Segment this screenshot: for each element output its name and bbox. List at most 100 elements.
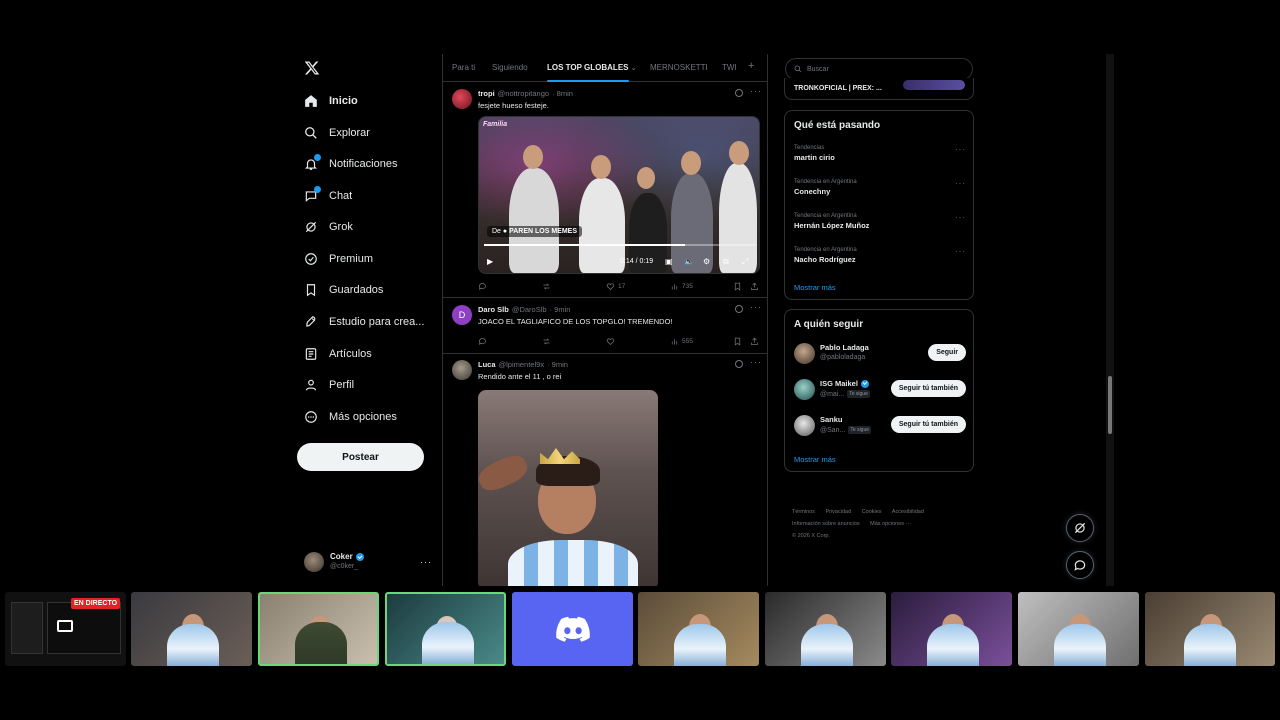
nav-item-chat[interactable]: Chat (304, 186, 352, 206)
account-handle: @c0ker_ (330, 563, 359, 570)
more-icon[interactable]: ··· (750, 357, 762, 367)
avatar[interactable] (794, 343, 815, 364)
avatar[interactable] (452, 360, 472, 380)
nav-item-inicio[interactable]: Inicio (304, 91, 358, 111)
participant-cam[interactable] (891, 592, 1012, 666)
tweet-author-name[interactable]: Luca (478, 360, 496, 369)
nav-item-mas-opciones[interactable]: Más opciones (304, 407, 397, 427)
bookmark-icon[interactable] (733, 337, 742, 346)
nav-item-articulos[interactable]: Artículos (304, 344, 372, 364)
more-icon[interactable]: ··· (955, 145, 966, 154)
participant-cam[interactable] (638, 592, 759, 666)
avatar[interactable] (452, 89, 472, 109)
tweet[interactable]: Luca @lpimentel9x · 9min ··· Rendido ant… (443, 354, 767, 586)
participant-cam-active[interactable] (385, 592, 506, 666)
trend-item[interactable]: Tendencia en Argentina Conechny ··· (794, 179, 966, 205)
avatar[interactable] (794, 379, 815, 400)
nav-item-premium[interactable]: Premium (304, 249, 373, 269)
footer-link[interactable]: Información sobre anuncios (792, 521, 860, 527)
reply-icon[interactable] (478, 282, 487, 291)
tweet-author-name[interactable]: Daro Slb (478, 305, 509, 314)
footer-link[interactable]: Cookies (862, 509, 882, 515)
tab-twi[interactable]: TWI (722, 63, 737, 72)
tab-los-top-globales[interactable]: LOS TOP GLOBALES ⌄ (547, 63, 637, 82)
nav-item-explorar[interactable]: Explorar (304, 123, 370, 143)
participant-cam[interactable] (131, 592, 252, 666)
discord-cam[interactable] (512, 592, 633, 666)
tweet-author-name[interactable]: tropi (478, 89, 495, 98)
bookmark-icon[interactable] (733, 282, 742, 291)
pip-icon[interactable]: ⧉ (723, 257, 733, 267)
participant-cam[interactable] (1145, 592, 1275, 666)
follow-suggestion[interactable]: Sanku @San... Te sigue Seguir tú también (794, 414, 966, 440)
follow-suggestion[interactable]: Pablo Ladaga @pabloladaga Seguir (794, 342, 966, 368)
more-icon[interactable]: ··· (955, 179, 966, 188)
video-progress-bar[interactable] (484, 244, 756, 246)
more-icon[interactable]: ··· (750, 86, 762, 96)
tweet[interactable]: tropi @nottropitango · 8min ··· fesjete … (443, 83, 767, 298)
trend-item[interactable]: Tendencia en Argentina Nacho Rodríguez ·… (794, 247, 966, 273)
views-button[interactable]: 735 (670, 282, 693, 291)
trends-show-more-link[interactable]: Mostrar más (794, 283, 836, 292)
grok-icon[interactable] (735, 89, 743, 97)
avatar[interactable]: D (452, 305, 472, 325)
tab-siguiendo[interactable]: Siguiendo (492, 63, 528, 72)
participant-cam[interactable] (1018, 592, 1139, 666)
scrollbar-thumb[interactable] (1108, 376, 1112, 434)
nav-item-estudio[interactable]: Estudio para crea... (304, 312, 424, 332)
grok-icon[interactable] (735, 305, 743, 313)
add-tab-icon[interactable]: + (748, 60, 754, 72)
nav-item-grok[interactable]: Grok (304, 217, 353, 237)
more-icon[interactable]: ··· (955, 213, 966, 222)
fullscreen-icon[interactable]: ⤢ (742, 257, 752, 267)
search-input[interactable] (807, 65, 967, 73)
nav-item-perfil[interactable]: Perfil (304, 375, 354, 395)
trend-item[interactable]: Tendencia en Argentina Hernán López Muño… (794, 213, 966, 239)
account-more-icon[interactable]: ··· (420, 557, 432, 567)
reply-icon[interactable] (478, 337, 487, 346)
retweet-icon[interactable] (542, 337, 551, 346)
tab-mernosketti[interactable]: MERNOSKETTI (650, 63, 708, 72)
share-icon[interactable] (750, 337, 759, 346)
trend-item[interactable]: Tendencias martin cirio ··· (794, 145, 966, 171)
captions-icon[interactable]: ▣ (665, 257, 675, 267)
heart-icon[interactable] (606, 337, 615, 346)
grok-icon[interactable] (735, 360, 743, 368)
video-player[interactable]: Familia De ● PAREN LOS MEMES ▶ 0:14 / 0:… (478, 116, 760, 274)
volume-icon[interactable]: 🔈 (684, 257, 694, 267)
account-switcher[interactable]: Coker @c0ker_ ··· (304, 550, 432, 574)
who-to-follow-show-more-link[interactable]: Mostrar más (794, 455, 836, 464)
nav-item-guardados[interactable]: Guardados (304, 280, 383, 300)
follow-suggestion[interactable]: ISG Maikel @mai... Te sigue Seguir tú tam… (794, 378, 966, 404)
post-button[interactable]: Postear (297, 443, 424, 471)
footer-link[interactable]: Términos (792, 509, 815, 515)
footer-link[interactable]: Accesibilidad (892, 509, 924, 515)
avatar[interactable] (794, 415, 815, 436)
search-box[interactable] (785, 58, 973, 80)
like-button[interactable]: 17 (606, 282, 625, 291)
tweet[interactable]: D Daro Slb @DaroSlb · 9min ··· JOACO EL … (443, 299, 767, 354)
follow-button[interactable]: Seguir (928, 344, 966, 361)
live-clip-card[interactable]: TRONKOFICIAL | PREX: ... (784, 78, 974, 100)
participant-cam[interactable] (765, 592, 886, 666)
follow-back-button[interactable]: Seguir tú también (890, 380, 966, 397)
tab-para-ti[interactable]: Para ti (452, 63, 475, 72)
more-icon[interactable]: ··· (955, 247, 966, 256)
screen-share-cam[interactable]: EN DIRECTO (5, 592, 126, 666)
follow-back-button[interactable]: Seguir tú también (890, 416, 966, 433)
participant-cam-active[interactable] (258, 592, 379, 666)
settings-icon[interactable]: ⚙ (703, 257, 713, 267)
footer-link[interactable]: Más opciones ··· (870, 521, 911, 527)
retweet-icon[interactable] (542, 282, 551, 291)
x-logo-icon[interactable] (304, 60, 320, 76)
more-icon[interactable]: ··· (750, 302, 762, 312)
grok-float-button[interactable] (1066, 514, 1094, 542)
share-icon[interactable] (750, 282, 759, 291)
messages-float-button[interactable] (1066, 551, 1094, 579)
play-icon[interactable]: ▶ (487, 257, 497, 267)
scrollbar-track[interactable] (1106, 54, 1114, 586)
tweet-image[interactable] (478, 390, 658, 586)
views-button[interactable]: 555 (670, 337, 693, 346)
footer-link[interactable]: Privacidad (825, 509, 851, 515)
nav-item-notificaciones[interactable]: Notificaciones (304, 154, 397, 174)
